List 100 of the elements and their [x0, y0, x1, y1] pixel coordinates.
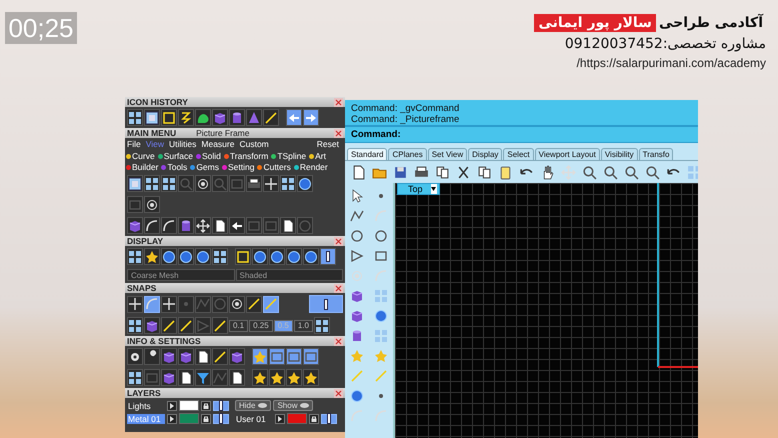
layer-name[interactable]: User 01 [235, 414, 273, 424]
menu-item[interactable]: File [127, 139, 141, 149]
tool-button[interactable] [127, 175, 143, 192]
category-label[interactable]: Transform [230, 151, 268, 161]
tolerance-button[interactable]: 0.25 [249, 320, 273, 332]
expand-button[interactable] [167, 414, 177, 424]
tool-button[interactable] [144, 296, 160, 312]
visibility-toggle[interactable] [213, 400, 229, 410]
tool-button[interactable] [161, 175, 177, 192]
reset-link[interactable]: Reset [316, 139, 343, 149]
close-button[interactable] [334, 236, 343, 246]
toolbar-tab[interactable]: Select [503, 148, 534, 160]
tool-button[interactable] [144, 196, 160, 213]
category-label[interactable]: Solid [202, 151, 221, 161]
tool-button[interactable] [161, 109, 177, 126]
category-label[interactable]: Surface [164, 151, 193, 161]
tool-button[interactable] [144, 217, 160, 234]
visibility-toggle[interactable] [321, 414, 337, 424]
category-label[interactable]: Builder [132, 162, 158, 172]
layer-name[interactable]: Lights [127, 400, 165, 410]
toolbar-tab[interactable]: Display [468, 148, 502, 160]
lock-button[interactable] [201, 414, 211, 424]
layer-color[interactable] [287, 413, 307, 424]
tool-button[interactable] [195, 175, 211, 192]
toolbar-tab[interactable]: Standard [347, 148, 388, 160]
tool-button[interactable] [127, 248, 143, 265]
tool-button[interactable] [252, 248, 268, 265]
tool-button[interactable] [286, 109, 302, 126]
tool-button[interactable] [127, 348, 143, 365]
tool-button[interactable] [127, 369, 143, 386]
tool-button[interactable] [127, 109, 143, 126]
toolbar-tab[interactable]: Set View [428, 148, 468, 160]
lock-button[interactable] [309, 414, 319, 424]
toolbar-tab[interactable]: Visibility [600, 148, 638, 160]
tool-button[interactable] [229, 348, 245, 365]
toggle-button[interactable] [320, 248, 336, 265]
tool-button[interactable] [212, 317, 228, 334]
expand-button[interactable] [275, 414, 285, 424]
category-label[interactable]: Cutters [263, 162, 291, 172]
tool-button[interactable] [178, 248, 194, 265]
tool-button[interactable] [161, 317, 177, 334]
tool-button[interactable] [263, 296, 279, 312]
tool-button[interactable] [280, 175, 296, 192]
tool-button[interactable] [246, 175, 262, 192]
tool-button[interactable] [195, 348, 211, 365]
layer-color[interactable] [179, 400, 199, 411]
tool-button[interactable] [212, 348, 228, 365]
tool-button[interactable] [144, 109, 160, 126]
tool-button[interactable] [161, 296, 177, 312]
tool-button[interactable] [127, 217, 143, 234]
close-button[interactable] [334, 388, 343, 398]
tool-button[interactable] [178, 369, 194, 386]
toolbar-tab[interactable]: Viewport Layout [534, 148, 600, 160]
tool-button[interactable] [303, 248, 319, 265]
tool-button[interactable] [161, 348, 177, 365]
hide-button[interactable]: Hide [235, 400, 272, 411]
tool-button[interactable] [229, 296, 245, 312]
tool-button[interactable] [303, 369, 319, 386]
tool-button[interactable] [178, 317, 194, 334]
tool-button[interactable] [195, 248, 211, 265]
tool-button[interactable] [144, 175, 160, 192]
tool-button[interactable] [229, 217, 245, 234]
tool-button[interactable] [144, 248, 160, 265]
menu-item[interactable]: Custom [239, 139, 269, 149]
menu-item[interactable]: Utilities [168, 139, 196, 149]
tool-button[interactable] [144, 348, 160, 365]
tool-button[interactable] [229, 369, 245, 386]
close-button[interactable] [334, 336, 343, 346]
category-label[interactable]: Render [300, 162, 328, 172]
close-button[interactable] [334, 98, 343, 106]
toggle-button[interactable] [309, 295, 343, 313]
close-button[interactable] [334, 128, 343, 138]
viewport-title[interactable]: Top [397, 183, 440, 195]
tool-button[interactable] [314, 317, 330, 334]
tool-button[interactable] [178, 348, 194, 365]
expand-button[interactable] [167, 400, 177, 410]
close-button[interactable] [334, 284, 343, 292]
tool-button[interactable] [178, 109, 194, 126]
tool-button[interactable] [127, 317, 143, 334]
toolbar-tab[interactable]: CPlanes [388, 148, 427, 160]
tool-button[interactable] [286, 248, 302, 265]
category-label[interactable]: Curve [132, 151, 155, 161]
tool-button[interactable] [195, 109, 211, 126]
tool-button[interactable] [269, 369, 285, 386]
tool-button[interactable] [286, 369, 302, 386]
tool-button[interactable] [161, 369, 177, 386]
tool-button[interactable] [195, 217, 211, 234]
tool-button[interactable] [212, 248, 228, 265]
category-label[interactable]: Setting [228, 162, 254, 172]
layer-color[interactable] [179, 413, 199, 424]
lock-button[interactable] [201, 400, 211, 410]
viewport[interactable]: Top [393, 183, 698, 438]
tool-button[interactable] [161, 248, 177, 265]
tool-button[interactable] [161, 217, 177, 234]
tool-button[interactable] [127, 296, 143, 312]
tool-button[interactable] [252, 369, 268, 386]
tool-button[interactable] [280, 217, 296, 234]
tool-button[interactable] [263, 109, 279, 126]
toolbar-tab[interactable]: Transfo [638, 148, 674, 160]
visibility-toggle[interactable] [213, 414, 229, 424]
